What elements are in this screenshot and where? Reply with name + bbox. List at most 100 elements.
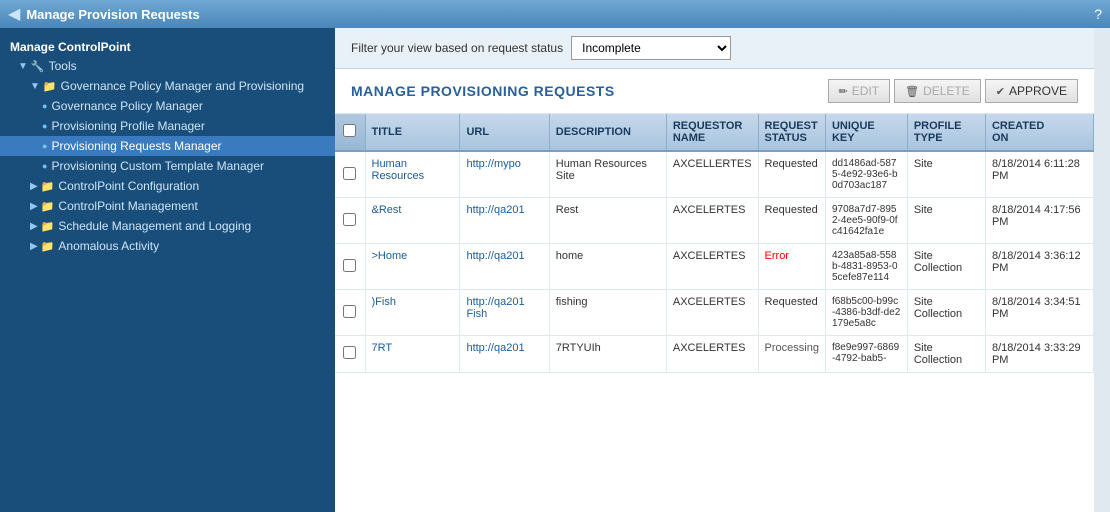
- row-checkbox-2[interactable]: [343, 259, 356, 272]
- row-checkbox-3[interactable]: [343, 305, 356, 318]
- sidebar-item-label: Provisioning Custom Template Manager: [51, 159, 264, 173]
- sidebar-item-tools[interactable]: ▼ 🔧 Tools: [0, 56, 335, 76]
- sidebar-item-label: Anomalous Activity: [58, 239, 159, 253]
- row-profile-type: Site Collection: [907, 244, 985, 290]
- sidebar-item-anomalous-activity[interactable]: ▶ 📁 Anomalous Activity: [0, 236, 335, 256]
- sidebar-item-schedule-management[interactable]: ▶ 📁 Schedule Management and Logging: [0, 216, 335, 236]
- title-link-3[interactable]: )Fish: [372, 296, 396, 308]
- sidebar-item-governance-provisioning[interactable]: ▼ 📁 Governance Policy Manager and Provis…: [0, 76, 335, 96]
- table-row: >Home http://qa201 home AXCELERTES Error…: [335, 244, 1094, 290]
- url-link-2[interactable]: http://qa201: [466, 250, 524, 262]
- row-description: home: [549, 244, 666, 290]
- row-requestor-name: AXCELERTES: [666, 198, 758, 244]
- row-created-on: 8/18/2014 3:36:12 PM: [985, 244, 1093, 290]
- sidebar-item-provisioning-custom-template[interactable]: ● Provisioning Custom Template Manager: [0, 156, 335, 176]
- sidebar-item-label: Schedule Management and Logging: [58, 219, 251, 233]
- row-url: http://qa201 Fish: [460, 290, 549, 336]
- select-all-checkbox[interactable]: [343, 124, 356, 137]
- top-bar: ◀ Manage Provision Requests ?: [0, 0, 1110, 28]
- top-bar-title: Manage Provision Requests: [26, 7, 1094, 22]
- row-created-on: 8/18/2014 3:34:51 PM: [985, 290, 1093, 336]
- header-unique-key: UNIQUEKEY: [825, 114, 907, 151]
- expand-icon: ▼: [30, 81, 40, 92]
- row-title: &Rest: [365, 198, 460, 244]
- expand-icon: ▶: [30, 221, 38, 232]
- row-created-on: 8/18/2014 6:11:28 PM: [985, 151, 1093, 198]
- row-description: Rest: [549, 198, 666, 244]
- section-header: MANAGE PROVISIONING REQUESTS ✏ EDIT 🗑 DE…: [335, 69, 1094, 114]
- sidebar-item-provisioning-requests-manager[interactable]: ● Provisioning Requests Manager: [0, 136, 335, 156]
- filter-bar: Filter your view based on request status…: [335, 28, 1094, 69]
- header-requestor-name: REQUESTORNAME: [666, 114, 758, 151]
- folder-icon: 📁: [41, 240, 55, 253]
- row-title: 7RT: [365, 336, 460, 373]
- header-description: DESCRIPTION: [549, 114, 666, 151]
- circle-icon: ●: [42, 121, 47, 131]
- row-checkbox-cell: [335, 151, 365, 198]
- sidebar-item-controlpoint-management[interactable]: ▶ 📁 ControlPoint Management: [0, 196, 335, 216]
- delete-button[interactable]: 🗑 DELETE: [894, 79, 981, 103]
- title-link-1[interactable]: &Rest: [372, 204, 402, 216]
- approve-icon: ✔: [996, 85, 1005, 98]
- row-title: Human Resources: [365, 151, 460, 198]
- row-checkbox-1[interactable]: [343, 213, 356, 226]
- sidebar-item-governance-policy-manager[interactable]: ● Governance Policy Manager: [0, 96, 335, 116]
- action-buttons: ✏ EDIT 🗑 DELETE ✔ APPROVE: [828, 79, 1078, 103]
- row-checkbox-cell: [335, 336, 365, 373]
- header-title: TITLE: [365, 114, 460, 151]
- row-description: 7RTYUIh: [549, 336, 666, 373]
- row-profile-type: Site Collection: [907, 290, 985, 336]
- row-checkbox-0[interactable]: [343, 167, 356, 180]
- row-title: )Fish: [365, 290, 460, 336]
- circle-icon: ●: [42, 101, 47, 111]
- row-title: >Home: [365, 244, 460, 290]
- url-link-3[interactable]: http://qa201 Fish: [466, 296, 524, 320]
- title-link-2[interactable]: >Home: [372, 250, 408, 262]
- expand-icon: ▶: [30, 241, 38, 252]
- title-link-4[interactable]: 7RT: [372, 342, 393, 354]
- row-request-status: Requested: [758, 198, 825, 244]
- row-description: fishing: [549, 290, 666, 336]
- url-link-0[interactable]: http://mypo: [466, 158, 520, 170]
- sidebar-item-controlpoint-configuration[interactable]: ▶ 📁 ControlPoint Configuration: [0, 176, 335, 196]
- sidebar-item-label: Tools: [49, 59, 77, 73]
- row-checkbox-cell: [335, 198, 365, 244]
- sidebar-item-label: ControlPoint Management: [58, 199, 197, 213]
- row-requestor-name: AXCELLERTES: [666, 151, 758, 198]
- url-link-1[interactable]: http://qa201: [466, 204, 524, 216]
- sidebar-item-provisioning-profile-manager[interactable]: ● Provisioning Profile Manager: [0, 116, 335, 136]
- back-icon[interactable]: ◀: [8, 4, 20, 24]
- folder-icon: 📁: [41, 200, 55, 213]
- row-description: Human Resources Site: [549, 151, 666, 198]
- circle-icon: ●: [42, 161, 47, 171]
- row-requestor-name: AXCELERTES: [666, 290, 758, 336]
- data-table: TITLE URL DESCRIPTION REQUESTORNAME REQU…: [335, 114, 1094, 373]
- section-title: MANAGE PROVISIONING REQUESTS: [351, 83, 615, 99]
- row-checkbox-cell: [335, 290, 365, 336]
- title-link-0[interactable]: Human Resources: [372, 158, 425, 182]
- help-icon[interactable]: ?: [1094, 6, 1102, 22]
- row-url: http://mypo: [460, 151, 549, 198]
- expand-icon: ▼: [18, 61, 28, 72]
- sidebar-item-label: ControlPoint Configuration: [58, 179, 199, 193]
- table-row: &Rest http://qa201 Rest AXCELERTES Reque…: [335, 198, 1094, 244]
- approve-button[interactable]: ✔ APPROVE: [985, 79, 1078, 103]
- scrollbar[interactable]: [1094, 28, 1110, 512]
- sidebar-root-label: Manage ControlPoint: [0, 36, 335, 56]
- expand-icon: ▶: [30, 201, 38, 212]
- header-created-on: CREATEDON: [985, 114, 1093, 151]
- row-checkbox-cell: [335, 244, 365, 290]
- row-url: http://qa201: [460, 336, 549, 373]
- main-layout: Manage ControlPoint ▼ 🔧 Tools ▼ 📁 Govern…: [0, 28, 1110, 512]
- sidebar: Manage ControlPoint ▼ 🔧 Tools ▼ 📁 Govern…: [0, 28, 335, 512]
- sidebar-item-label: Governance Policy Manager and Provisioni…: [61, 79, 304, 93]
- edit-button[interactable]: ✏ EDIT: [828, 79, 891, 103]
- table-row: )Fish http://qa201 Fish fishing AXCELERT…: [335, 290, 1094, 336]
- filter-select[interactable]: Incomplete Complete All Requested Error …: [571, 36, 731, 60]
- sidebar-item-label: Governance Policy Manager: [51, 99, 202, 113]
- url-link-4[interactable]: http://qa201: [466, 342, 524, 354]
- row-url: http://qa201: [460, 198, 549, 244]
- sidebar-item-label: Provisioning Profile Manager: [51, 119, 204, 133]
- row-checkbox-4[interactable]: [343, 346, 356, 359]
- sidebar-item-label: Provisioning Requests Manager: [51, 139, 221, 153]
